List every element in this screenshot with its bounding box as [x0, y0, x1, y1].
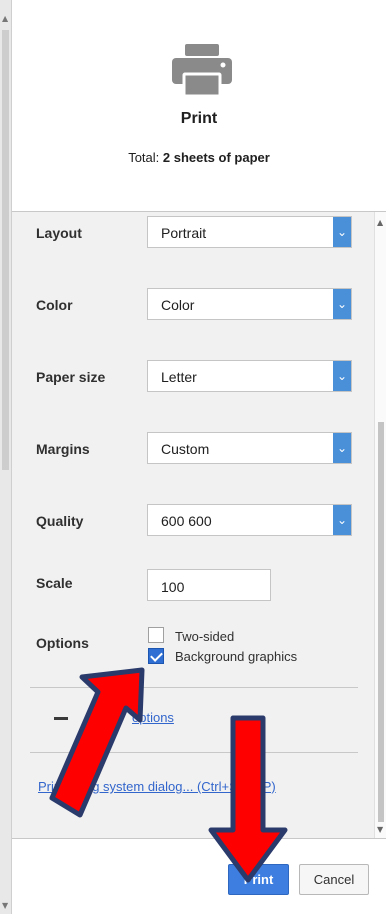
- scale-input[interactable]: 100: [147, 569, 271, 601]
- color-select[interactable]: Color ⌄: [147, 288, 352, 320]
- printer-icon: [172, 44, 232, 96]
- quality-select[interactable]: 600 600 ⌄: [147, 504, 352, 536]
- scale-label: Scale: [36, 575, 73, 591]
- settings-scrollbar-thumb[interactable]: [378, 422, 384, 822]
- options-label: Options: [36, 635, 89, 651]
- margins-label: Margins: [36, 441, 90, 457]
- settings-scrollbar[interactable]: ▲ ▼: [374, 212, 386, 838]
- scroll-up-icon[interactable]: ▲: [377, 218, 383, 227]
- chevron-down-icon[interactable]: ⌄: [333, 505, 351, 535]
- scroll-down-icon[interactable]: ▼: [2, 901, 8, 910]
- left-scrollbar[interactable]: ▲ ▼: [0, 0, 12, 914]
- chevron-down-icon[interactable]: ⌄: [333, 433, 351, 463]
- sheet-total: Total: 2 sheets of paper: [12, 150, 386, 165]
- scroll-up-icon[interactable]: ▲: [2, 14, 8, 23]
- print-header: Print Total: 2 sheets of paper: [12, 0, 386, 212]
- chevron-down-icon[interactable]: ⌄: [333, 289, 351, 319]
- color-label: Color: [36, 297, 73, 313]
- layout-label: Layout: [36, 225, 82, 241]
- background-graphics-checkbox[interactable]: [148, 648, 164, 664]
- quality-label: Quality: [36, 513, 84, 529]
- color-value: Color: [161, 297, 195, 313]
- settings-area: Layout Portrait ⌄ Color Color ⌄ Paper si…: [12, 212, 374, 838]
- fewer-options-link[interactable]: options: [132, 710, 174, 725]
- two-sided-label[interactable]: Two-sided: [175, 629, 234, 644]
- two-sided-checkbox[interactable]: [148, 627, 164, 643]
- sheet-total-prefix: Total:: [128, 150, 163, 165]
- collapse-minus-icon[interactable]: [54, 717, 68, 720]
- margins-value: Custom: [161, 441, 210, 457]
- left-scrollbar-thumb[interactable]: [2, 30, 9, 470]
- paper-size-value: Letter: [161, 369, 197, 385]
- chevron-down-icon[interactable]: ⌄: [333, 361, 351, 391]
- background-graphics-label[interactable]: Background graphics: [175, 649, 297, 664]
- print-button[interactable]: Print: [228, 864, 289, 895]
- divider: [30, 752, 358, 753]
- sheet-total-value: 2 sheets of paper: [162, 150, 270, 165]
- paper-size-select[interactable]: Letter ⌄: [147, 360, 352, 392]
- print-preview-panel: ▲ ▼ Print Total: 2 sheets of paper Layou…: [0, 0, 386, 914]
- system-dialog-link[interactable]: Print using system dialog... (Ctrl+Shift…: [38, 779, 276, 794]
- dialog-footer: Print Cancel: [12, 838, 386, 914]
- divider: [30, 687, 358, 688]
- paper-size-label: Paper size: [36, 369, 106, 385]
- margins-select[interactable]: Custom ⌄: [147, 432, 352, 464]
- layout-value: Portrait: [161, 225, 207, 241]
- layout-select[interactable]: Portrait ⌄: [147, 216, 352, 248]
- quality-value: 600 600: [161, 513, 212, 529]
- page-title: Print: [180, 110, 218, 127]
- chevron-down-icon[interactable]: ⌄: [333, 217, 351, 247]
- cancel-button[interactable]: Cancel: [299, 864, 369, 895]
- scroll-down-icon[interactable]: ▼: [377, 825, 383, 834]
